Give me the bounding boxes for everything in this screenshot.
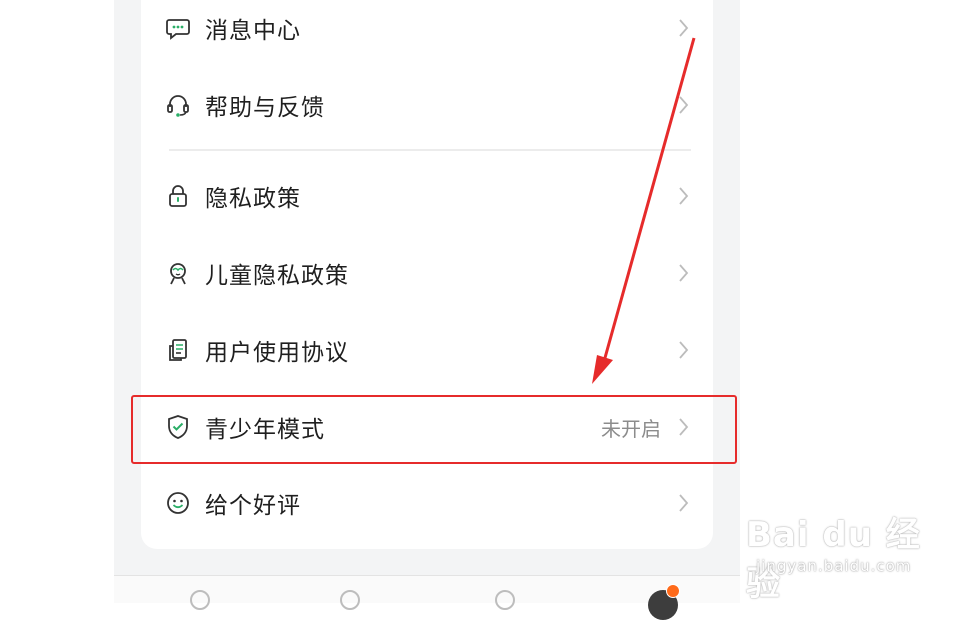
notification-dot [666, 584, 680, 598]
document-icon [164, 336, 192, 364]
tab-home-icon[interactable] [190, 590, 210, 610]
chevron-right-icon [677, 340, 691, 360]
chevron-right-icon [677, 18, 691, 38]
chevron-right-icon [677, 95, 691, 115]
chevron-right-icon [677, 186, 691, 206]
section-divider [169, 149, 691, 151]
menu-item-label: 消息中心 [205, 18, 301, 44]
watermark-url: jingyan.baidu.com [756, 557, 912, 575]
chevron-right-icon [677, 493, 691, 513]
smile-icon [164, 489, 192, 517]
menu-item-label: 给个好评 [205, 493, 301, 519]
settings-card: 消息中心 帮助与反馈 隐私政策 儿童隐私政策 用户使用协议 青少年模式 未开启 … [141, 0, 713, 549]
menu-item-help-feedback[interactable]: 帮助与反馈 [141, 75, 713, 135]
menu-item-message-center[interactable]: 消息中心 [141, 0, 713, 58]
baidu-jingyan-watermark: Bai du 经验 jingyan.baidu.com [746, 493, 936, 604]
annotation-highlight-box [131, 395, 737, 464]
tab-discover-icon[interactable] [340, 590, 360, 610]
child-icon [164, 259, 192, 287]
lock-icon [164, 182, 192, 210]
tab-message-icon[interactable] [495, 590, 515, 610]
menu-item-privacy-policy[interactable]: 隐私政策 [141, 166, 713, 226]
menu-item-rate-app[interactable]: 给个好评 [141, 473, 713, 533]
menu-item-label: 隐私政策 [205, 186, 301, 212]
chevron-right-icon [677, 263, 691, 283]
menu-item-user-agreement[interactable]: 用户使用协议 [141, 320, 713, 380]
menu-item-label: 用户使用协议 [205, 340, 349, 366]
watermark-brand: Bai du 经验 [746, 515, 921, 604]
menu-item-label: 帮助与反馈 [205, 95, 325, 121]
bottom-tab-bar [114, 575, 740, 620]
message-icon [164, 14, 192, 42]
menu-item-child-privacy-policy[interactable]: 儿童隐私政策 [141, 243, 713, 303]
menu-item-label: 儿童隐私政策 [205, 263, 349, 289]
headset-icon [164, 91, 192, 119]
